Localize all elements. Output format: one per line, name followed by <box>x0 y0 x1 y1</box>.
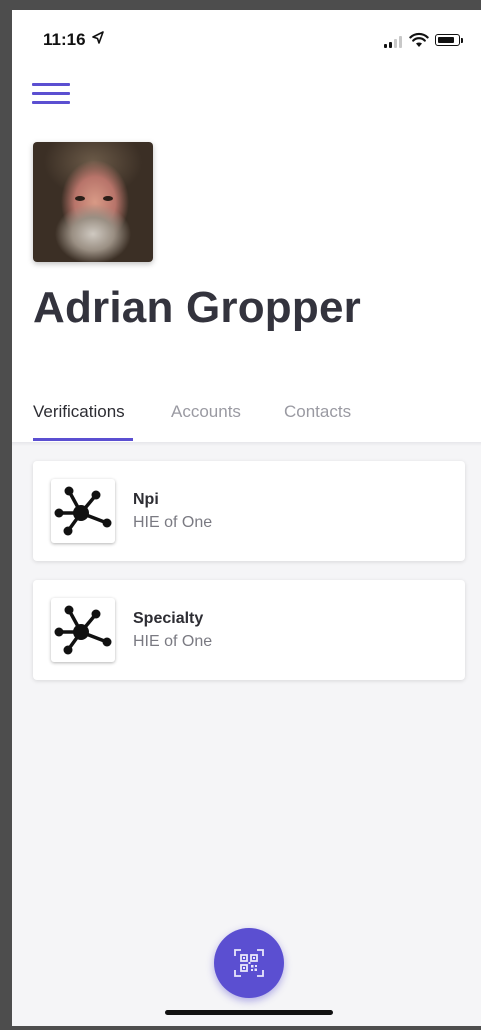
tab-divider <box>12 442 481 446</box>
app-screen: 11:16 Adrian Gropper Verifications Accou… <box>12 10 481 1026</box>
verification-title: Specialty <box>133 610 204 627</box>
qr-code-icon <box>234 949 264 977</box>
wifi-icon <box>409 32 429 47</box>
profile-header: 11:16 Adrian Gropper Verifications Accou… <box>12 10 481 442</box>
network-nodes-icon <box>51 479 115 543</box>
battery-icon <box>435 34 460 46</box>
tab-accounts[interactable]: Accounts <box>171 402 241 422</box>
network-nodes-icon <box>51 598 115 662</box>
battery-nub <box>461 38 463 43</box>
active-tab-indicator <box>33 438 133 441</box>
cellular-signal-icon <box>384 36 406 48</box>
status-bar: 11:16 <box>12 10 481 70</box>
avatar <box>33 142 153 262</box>
verification-title: Npi <box>133 491 159 508</box>
device-frame: 11:16 Adrian Gropper Verifications Accou… <box>0 0 481 1030</box>
verification-issuer: HIE of One <box>133 633 213 650</box>
status-time: 11:16 <box>43 30 86 49</box>
hamburger-menu-icon[interactable] <box>32 80 72 110</box>
tab-bar: Verifications Accounts Contacts <box>12 390 481 442</box>
verification-issuer: HIE of One <box>133 514 213 531</box>
scan-qr-button[interactable] <box>214 928 284 998</box>
verification-card-npi[interactable]: Npi HIE of One <box>33 461 465 561</box>
tab-contacts[interactable]: Contacts <box>284 402 351 422</box>
home-indicator[interactable] <box>165 1010 333 1015</box>
location-arrow-icon <box>92 31 104 44</box>
tab-verifications[interactable]: Verifications <box>33 402 125 422</box>
verification-card-specialty[interactable]: Specialty HIE of One <box>33 580 465 680</box>
user-name: Adrian Gropper <box>33 283 361 332</box>
